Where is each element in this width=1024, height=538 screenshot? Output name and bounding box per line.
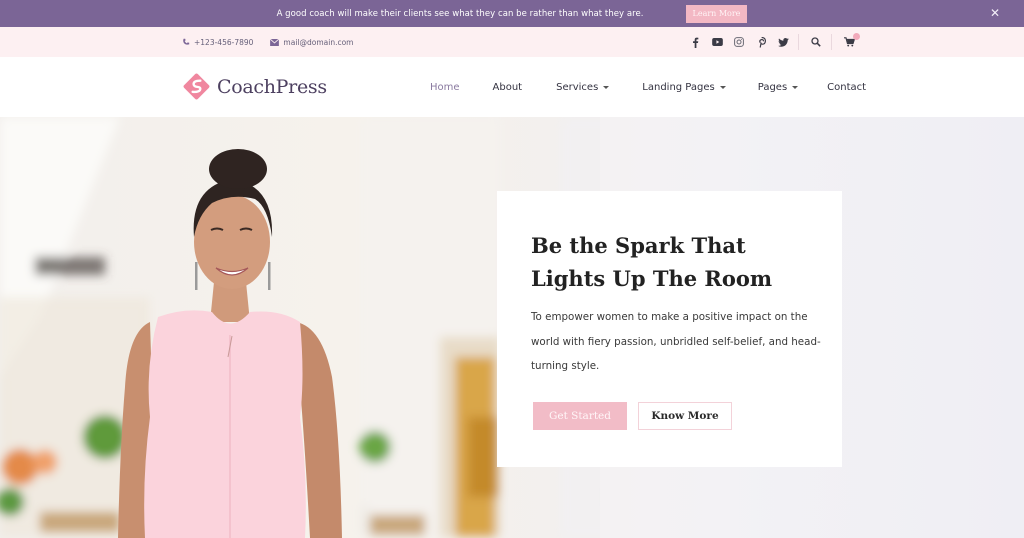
contact-info: +123-456-7890 mail@domain.com (182, 27, 370, 57)
nav-contact[interactable]: Contact (827, 82, 866, 93)
logo-text: CoachPress (217, 75, 327, 98)
facebook-icon[interactable] (684, 32, 706, 52)
nav-services[interactable]: Services (556, 81, 610, 93)
email-link[interactable]: mail@domain.com (270, 38, 353, 47)
hero-title: Be the Spark That Lights Up The Room (531, 233, 773, 291)
nav-label: Contact (827, 81, 867, 93)
hero-card: Be the Spark That Lights Up The Room To … (497, 191, 842, 467)
divider (831, 34, 832, 50)
phone-number: +123-456-7890 (194, 37, 254, 47)
nav-pages[interactable]: Pages (757, 81, 799, 93)
divider (798, 34, 799, 50)
nav-label: Home (430, 81, 460, 93)
cart-count-badge (853, 33, 860, 40)
nav-home[interactable]: Home (430, 82, 460, 93)
chevron-down-icon (603, 85, 610, 89)
notification-text: A good coach will make their clients see… (276, 8, 644, 19)
phone-link[interactable]: +123-456-7890 (182, 38, 253, 47)
phone-icon (183, 38, 190, 45)
nav-label: Services (556, 81, 599, 93)
nav-label: Pages (757, 81, 788, 93)
notification-bar: A good coach will make their clients see… (0, 0, 1024, 27)
nav-about[interactable]: About (493, 82, 523, 93)
hero-description: To empower women to make a positive impa… (531, 311, 821, 372)
instagram-icon[interactable] (728, 32, 750, 52)
get-started-button[interactable]: Get Started (533, 402, 627, 430)
youtube-icon[interactable] (706, 32, 728, 52)
close-icon[interactable]: ✕ (988, 6, 1002, 20)
main-nav: Home About Services Landing Pages Pages … (430, 57, 866, 117)
learn-more-button[interactable]: Learn More (685, 4, 748, 23)
search-icon[interactable] (805, 32, 827, 52)
nav-label: About (492, 81, 523, 93)
hero-section: Be the Spark That Lights Up The Room To … (0, 117, 1024, 538)
cart-icon[interactable] (838, 32, 860, 52)
site-header: CoachPress Home About Services Landing P… (0, 57, 1024, 117)
twitter-icon[interactable] (772, 32, 794, 52)
email-address: mail@domain.com (283, 37, 354, 47)
chevron-down-icon (719, 85, 726, 89)
logo-icon (183, 73, 210, 100)
mail-icon (270, 38, 280, 46)
know-more-button[interactable]: Know More (638, 402, 732, 430)
logo[interactable]: CoachPress (181, 71, 327, 102)
social-links (684, 27, 860, 57)
top-contact-bar: +123-456-7890 mail@domain.com (0, 27, 1024, 57)
nav-label: Landing Pages (642, 81, 715, 93)
nav-landing-pages[interactable]: Landing Pages (642, 81, 726, 93)
chevron-down-icon (792, 85, 799, 89)
pinterest-icon[interactable] (750, 32, 772, 52)
